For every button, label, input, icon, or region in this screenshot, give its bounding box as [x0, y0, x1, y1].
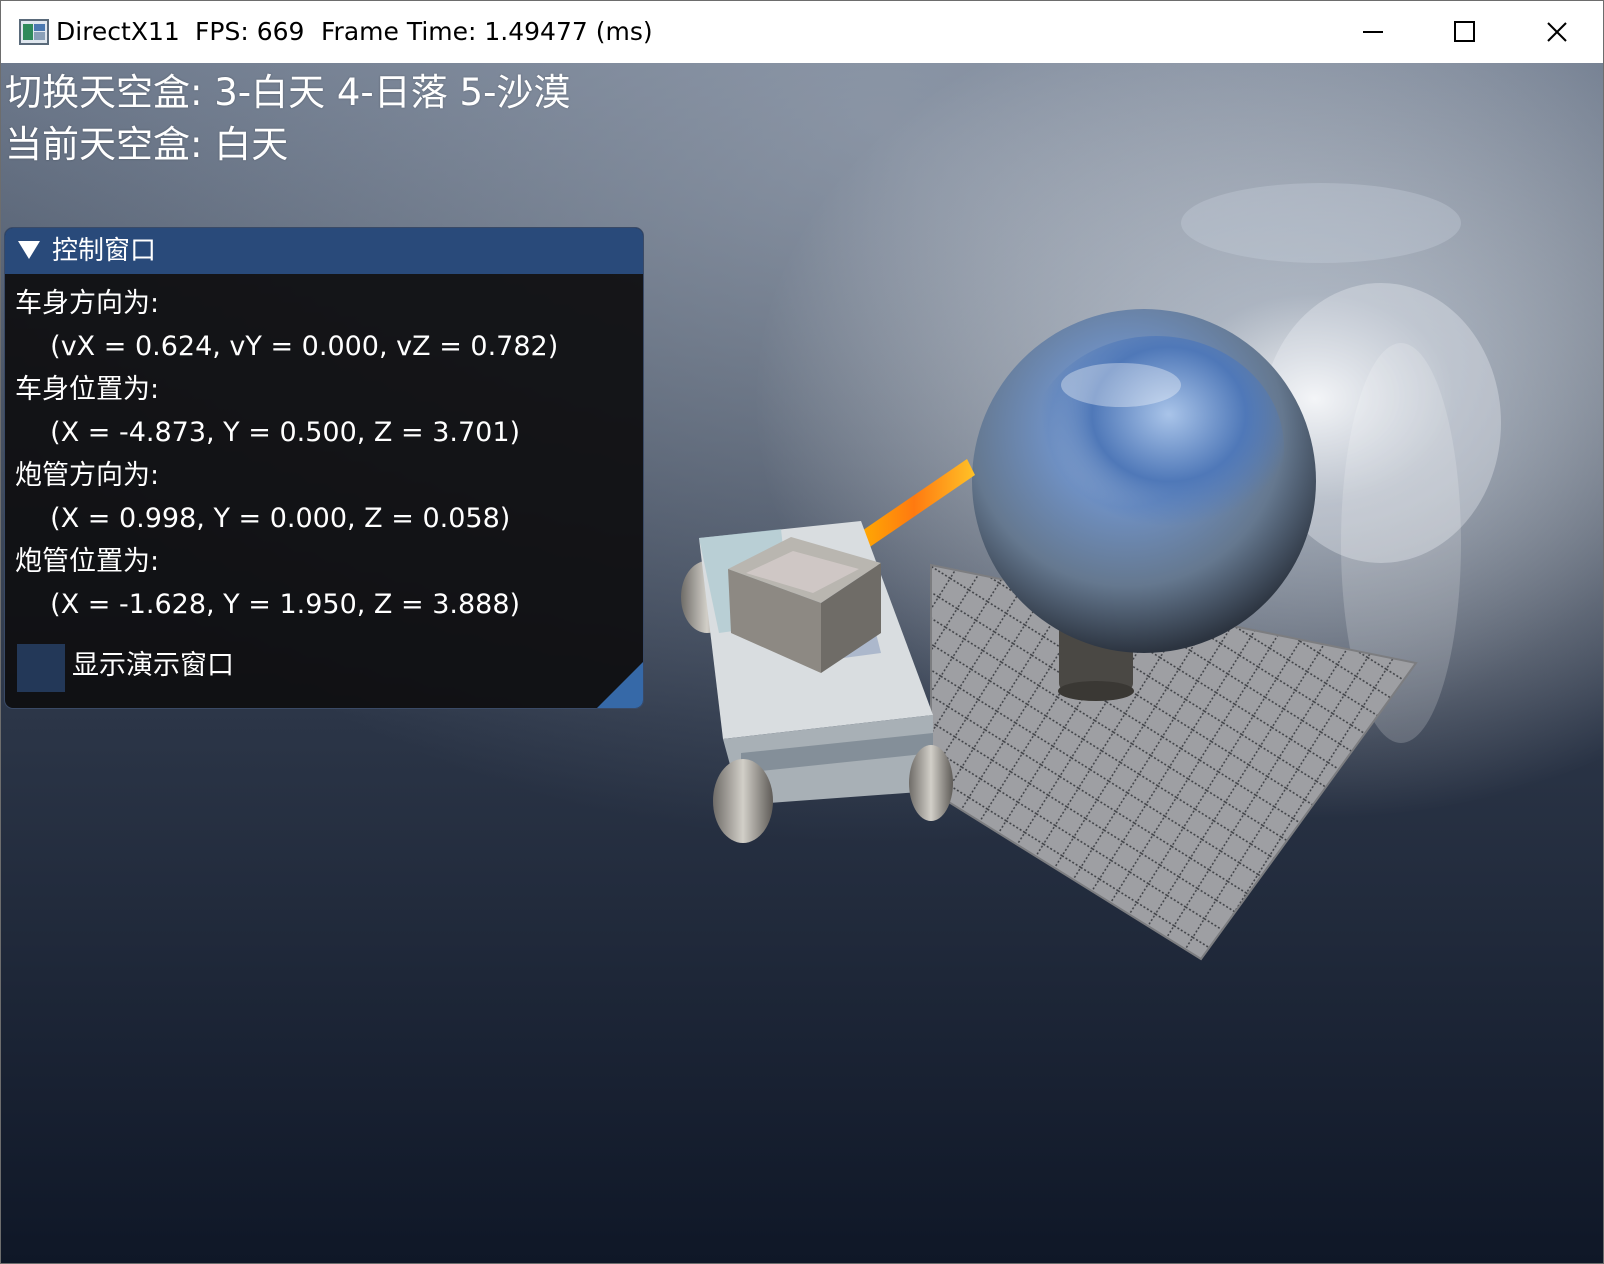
- fps-readout: FPS: 669: [195, 17, 305, 46]
- body-direction-label: 车身方向为:: [15, 288, 160, 319]
- barrel-direction-label: 炮管方向为:: [15, 460, 160, 491]
- maximize-icon: [1454, 21, 1475, 42]
- frame-time-readout: Frame Time: 1.49477 (ms): [321, 17, 653, 46]
- show-demo-window-label[interactable]: 显示演示窗口: [72, 648, 234, 684]
- body-direction-value: (vX = 0.624, vY = 0.000, vZ = 0.782): [33, 331, 559, 362]
- title-bar[interactable]: DirectX11 FPS: 669 Frame Time: 1.49477 (…: [1, 1, 1603, 63]
- control-window-header[interactable]: 控制窗口: [5, 228, 643, 274]
- body-position-label: 车身位置为:: [15, 374, 160, 405]
- control-window[interactable]: 控制窗口 车身方向为: (vX = 0.624, vY = 0.000, vZ …: [4, 227, 644, 709]
- window-title: DirectX11: [56, 17, 180, 46]
- resize-grip[interactable]: [597, 662, 643, 708]
- barrel-position-value: (X = -1.628, Y = 1.950, Z = 3.888): [33, 589, 521, 620]
- minimize-button[interactable]: [1327, 1, 1419, 63]
- show-demo-window-checkbox[interactable]: [17, 644, 65, 692]
- close-button[interactable]: [1511, 1, 1603, 63]
- maximize-button[interactable]: [1419, 1, 1511, 63]
- minimize-icon: [1363, 31, 1383, 33]
- app-window: DirectX11 FPS: 669 Frame Time: 1.49477 (…: [0, 0, 1604, 1264]
- body-position-value: (X = -4.873, Y = 0.500, Z = 3.701): [33, 417, 521, 448]
- current-skybox-label: 当前天空盒: 白天: [5, 123, 289, 166]
- close-icon: [1547, 22, 1567, 42]
- barrel-direction-value: (X = 0.998, Y = 0.000, Z = 0.058): [33, 503, 511, 534]
- collapse-arrow-icon[interactable]: [17, 240, 41, 260]
- render-viewport[interactable]: 切换天空盒: 3-白天 4-日落 5-沙漠 当前天空盒: 白天 控制窗口 车身方…: [1, 63, 1603, 1263]
- control-window-title: 控制窗口: [52, 236, 157, 266]
- barrel-position-label: 炮管位置为:: [15, 546, 160, 577]
- app-icon: [19, 19, 49, 45]
- skybox-switch-hint: 切换天空盒: 3-白天 4-日落 5-沙漠: [5, 71, 571, 114]
